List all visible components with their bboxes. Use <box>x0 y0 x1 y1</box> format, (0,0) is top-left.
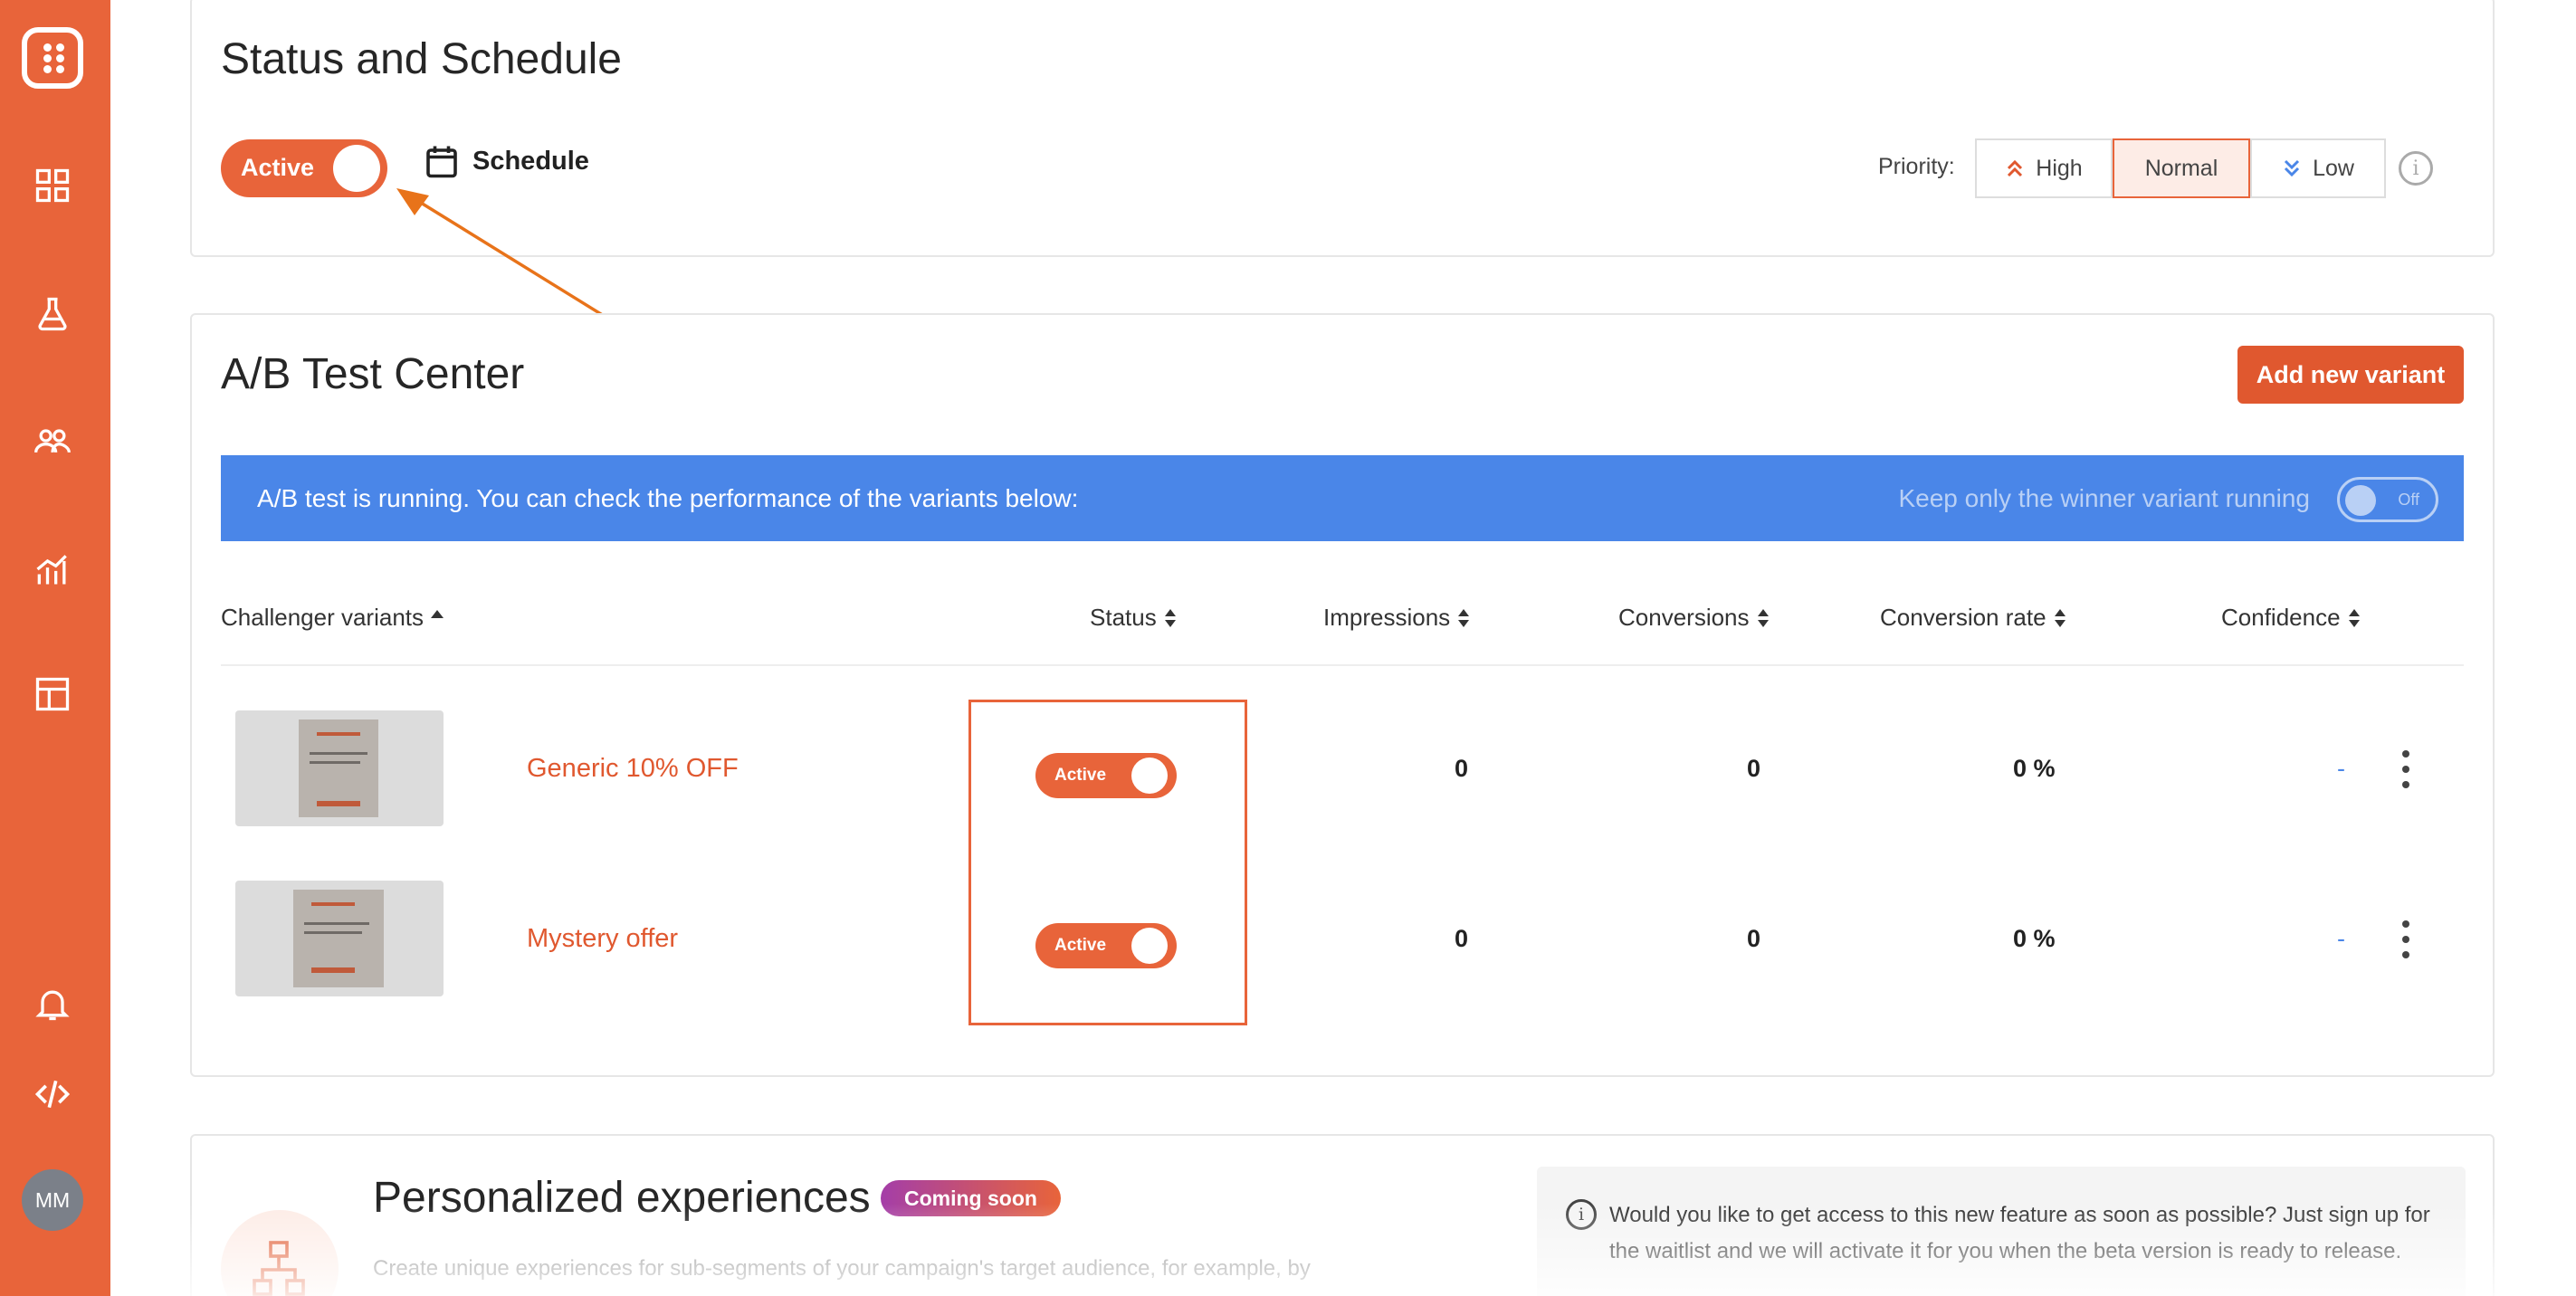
priority-low-button[interactable]: Low <box>2250 138 2386 198</box>
keep-winner-toggle-label: Off <box>2398 491 2419 509</box>
schedule-button[interactable]: Schedule <box>425 143 589 179</box>
confidence-value: - <box>2337 755 2345 782</box>
variant-name-link[interactable]: Generic 10% OFF <box>527 754 739 784</box>
variant-more-icon[interactable] <box>2400 750 2411 790</box>
column-header-confidence[interactable]: Confidence <box>2221 604 2361 632</box>
priority-selector: High Normal Low <box>1975 138 2386 198</box>
impressions-value: 0 <box>1455 925 1469 952</box>
hierarchy-icon <box>253 1241 305 1296</box>
users-icon[interactable] <box>30 418 75 463</box>
column-header-conversion-rate[interactable]: Conversion rate <box>1880 604 2066 632</box>
sort-icon <box>1457 608 1470 627</box>
variant-thumbnail[interactable] <box>235 881 444 996</box>
waitlist-text: Would you like to get access to this new… <box>1609 1203 2430 1263</box>
bell-icon[interactable] <box>30 981 75 1026</box>
ab-test-status-banner: A/B test is running. You can check the p… <box>221 455 2464 541</box>
ab-test-card <box>190 313 2495 1077</box>
conversion-rate-value: 0 % <box>2013 755 2056 782</box>
sort-icon <box>1164 608 1177 627</box>
chevrons-down-icon <box>2285 159 2300 177</box>
sort-asc-icon <box>431 610 444 618</box>
add-new-variant-button[interactable]: Add new variant <box>2237 346 2464 404</box>
keep-winner-toggle[interactable]: Off <box>2337 477 2438 522</box>
status-toggle-label: Active <box>241 154 315 181</box>
sidebar: MM <box>0 0 110 1296</box>
toggle-knob <box>333 145 380 192</box>
status-column-highlight <box>968 700 1247 1025</box>
schedule-label: Schedule <box>472 146 589 176</box>
ab-test-title: A/B Test Center <box>221 350 525 398</box>
personalized-description: Create unique experiences for sub-segmen… <box>373 1256 1311 1281</box>
column-header-status[interactable]: Status <box>1090 604 1177 632</box>
banner-text: A/B test is running. You can check the p… <box>257 484 1079 512</box>
chevrons-up-icon <box>2008 159 2023 177</box>
table-divider <box>221 664 2464 666</box>
status-schedule-title: Status and Schedule <box>221 35 622 83</box>
conversion-rate-value: 0 % <box>2013 925 2056 952</box>
personalized-title: Personalized experiences <box>373 1174 871 1222</box>
column-header-conversions[interactable]: Conversions <box>1618 604 1770 632</box>
coming-soon-badge: Coming soon <box>881 1180 1061 1216</box>
layout-icon[interactable] <box>30 672 75 717</box>
variant-more-icon[interactable] <box>2400 920 2411 960</box>
conversions-value: 0 <box>1747 755 1761 782</box>
grid-icon[interactable] <box>30 163 75 208</box>
keep-winner-label: Keep only the winner variant running <box>1898 484 2310 512</box>
analytics-icon[interactable] <box>30 547 75 592</box>
variant-name-link[interactable]: Mystery offer <box>527 924 678 954</box>
avatar[interactable]: MM <box>22 1169 83 1231</box>
confidence-value: - <box>2337 925 2345 952</box>
priority-normal-button[interactable]: Normal <box>2113 138 2250 198</box>
info-icon: i <box>1566 1199 1597 1230</box>
waitlist-panel: i Would you like to get access to this n… <box>1537 1167 2466 1296</box>
variant-thumbnail[interactable] <box>235 710 444 826</box>
conversions-value: 0 <box>1747 925 1761 952</box>
column-header-variants[interactable]: Challenger variants <box>221 604 444 632</box>
sort-icon <box>2348 608 2361 627</box>
priority-label: Priority: <box>1878 154 1955 179</box>
campaign-status-toggle[interactable]: Active <box>221 139 387 197</box>
sort-icon <box>1757 608 1770 627</box>
priority-high-button[interactable]: High <box>1975 138 2113 198</box>
app-logo[interactable] <box>22 27 83 89</box>
impressions-value: 0 <box>1455 755 1469 782</box>
priority-info-icon[interactable]: i <box>2399 151 2433 186</box>
code-icon[interactable] <box>30 1072 75 1117</box>
toggle-knob <box>2345 485 2376 516</box>
sort-icon <box>2054 608 2066 627</box>
calendar-icon <box>426 146 457 178</box>
flask-icon[interactable] <box>30 291 75 337</box>
column-header-impressions[interactable]: Impressions <box>1323 604 1470 632</box>
